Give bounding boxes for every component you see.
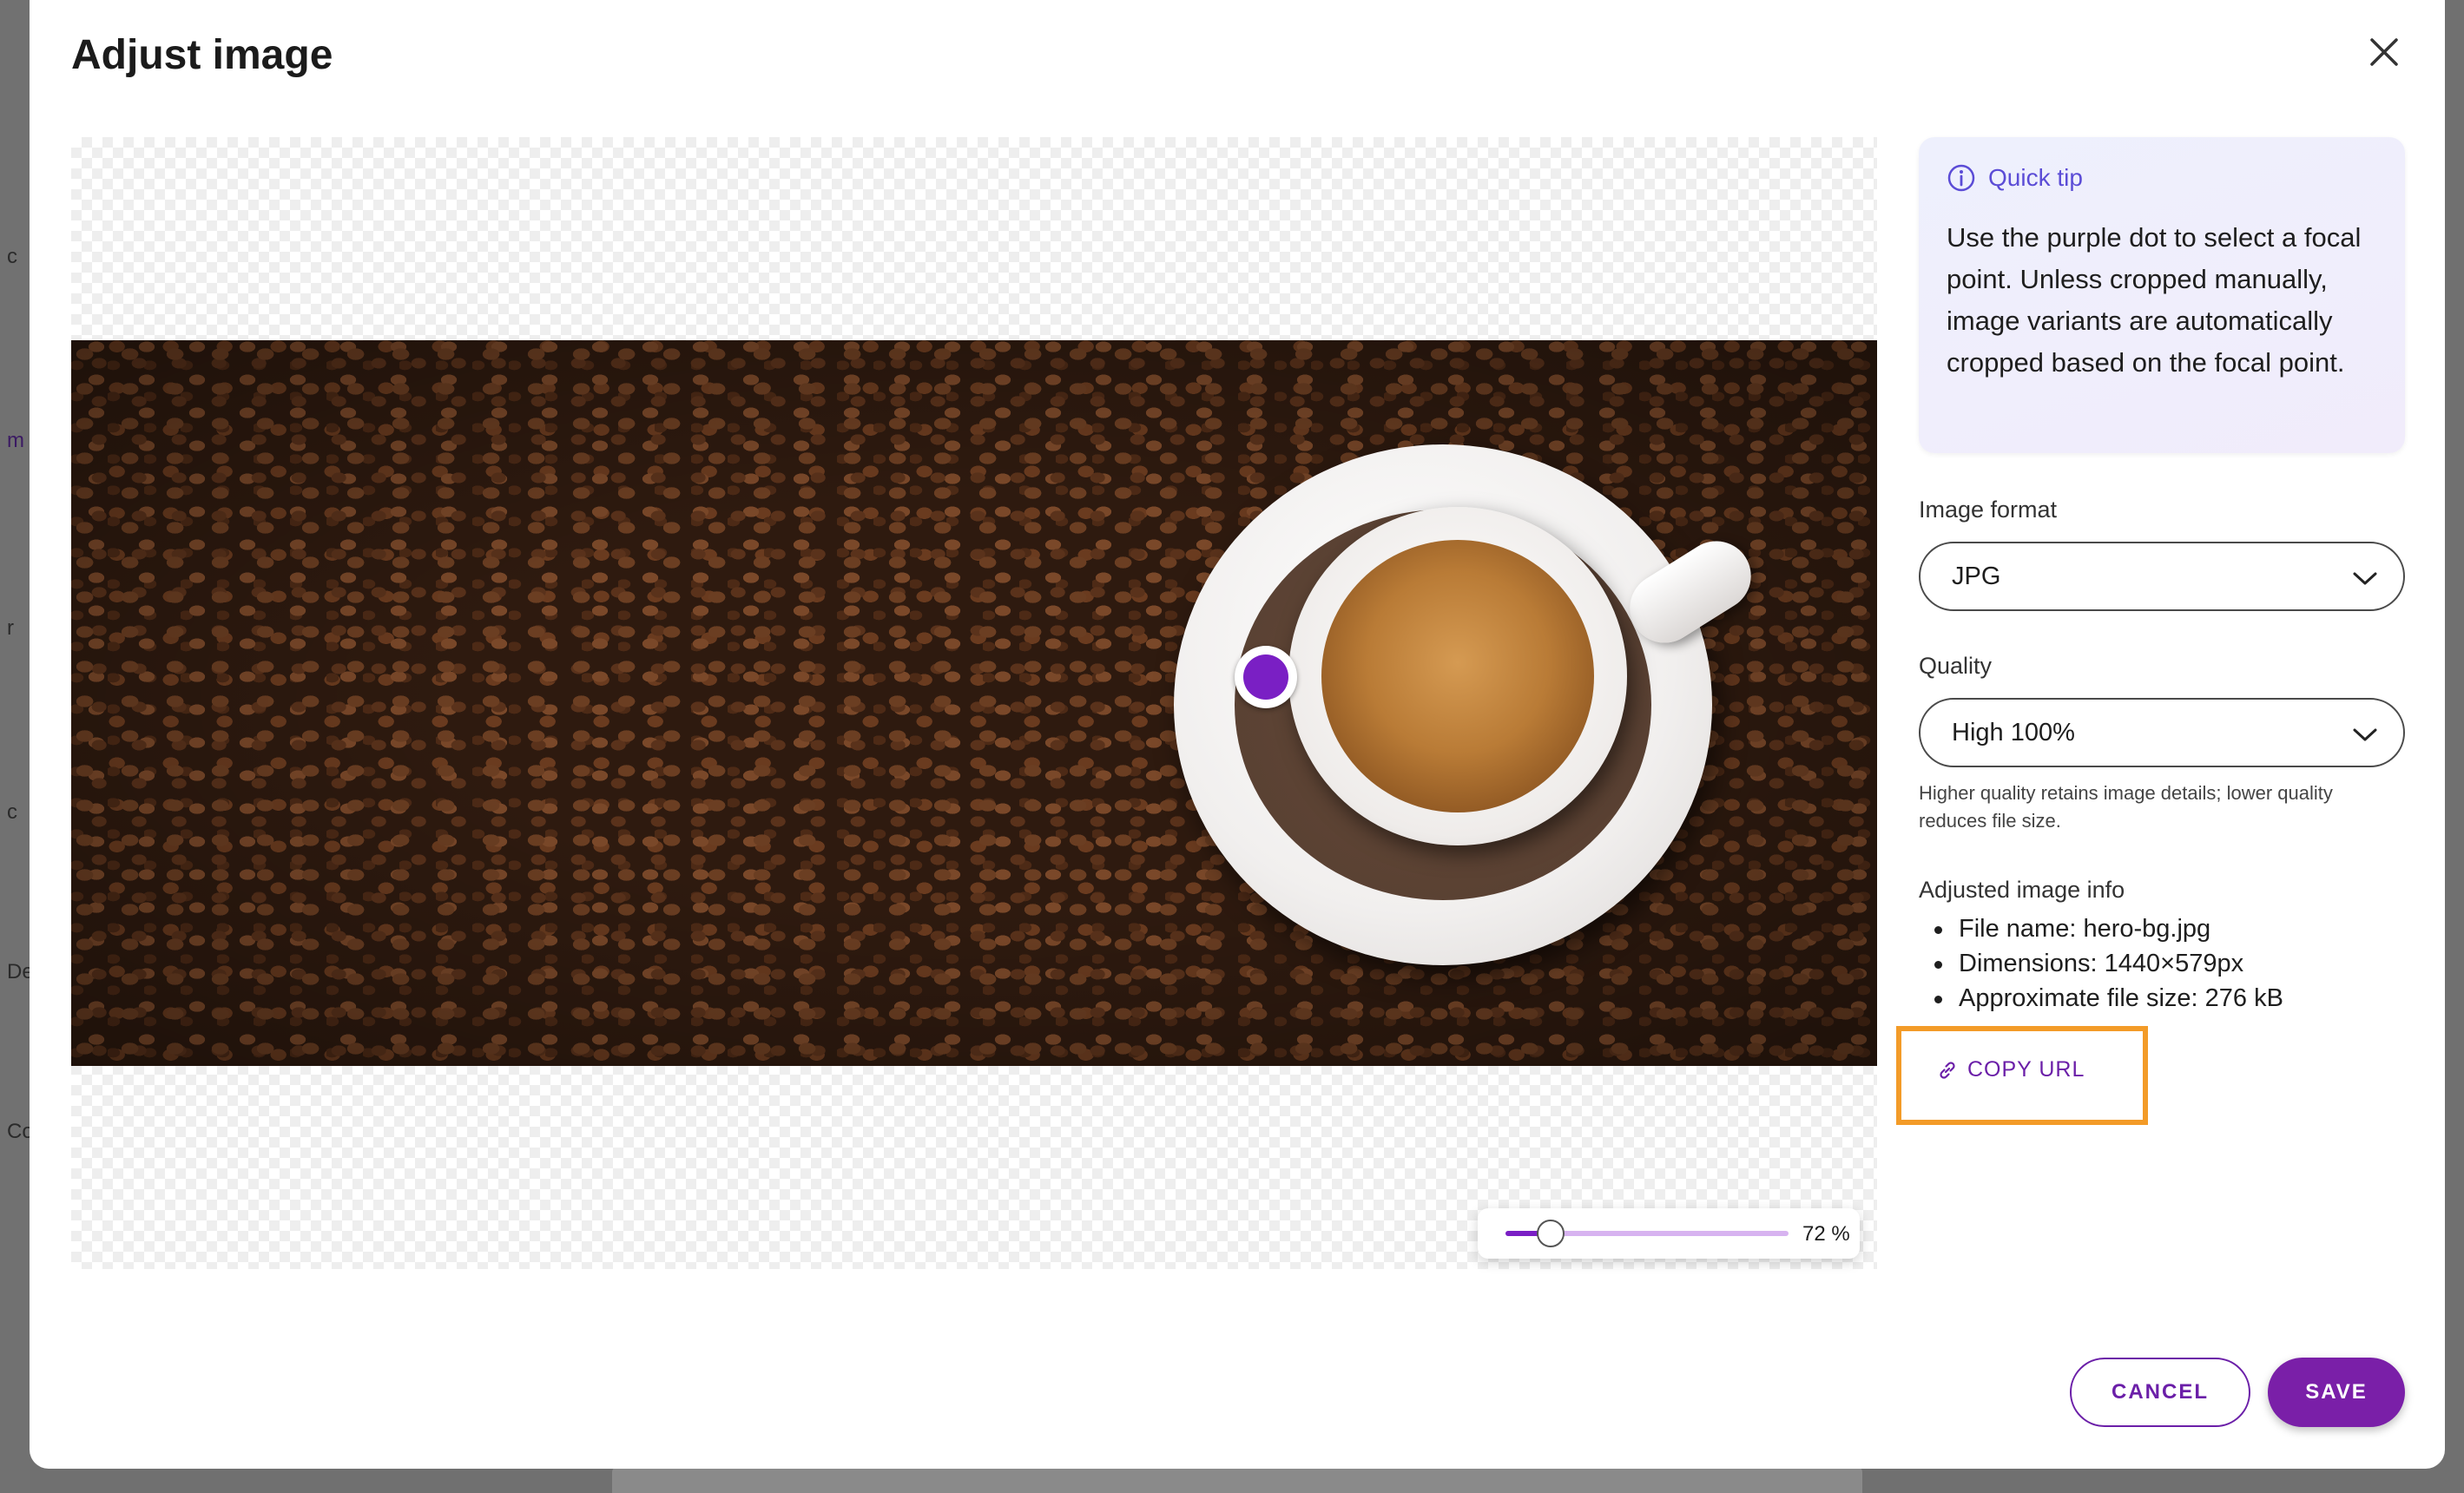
adjust-image-modal: Adjust image 72 % Quick tip Use the purp… [30,0,2445,1469]
zoom-value: 72 % [1802,1222,1850,1246]
image-format-label: Image format [1919,497,2058,523]
image-info-filesize: Approximate file size: 276 kB [1919,981,2283,1016]
background-sidebar: c m r c De Co [0,0,34,1493]
background-text: c [7,245,17,268]
image-info-list: File name: hero-bg.jpg Dimensions: 1440×… [1919,911,2283,1016]
close-button[interactable] [2363,31,2405,73]
coffee-crema [1321,540,1594,812]
background-text: m [7,429,24,452]
quick-tip-title: Quick tip [1988,164,2083,191]
chevron-down-icon [2353,572,2377,585]
background-text: c [7,800,17,824]
quick-tip-header: Quick tip [1947,163,2083,193]
quick-tip-card: Quick tip Use the purple dot to select a… [1919,137,2405,453]
image-info-filename: File name: hero-bg.jpg [1919,911,2283,946]
info-icon [1947,164,1975,192]
copy-url-button[interactable]: COPY URL [1936,1057,2085,1082]
image-canvas[interactable]: 72 % [71,137,1877,1269]
cancel-button[interactable]: CANCEL [2070,1358,2250,1427]
quick-tip-body: Use the purple dot to select a focal poi… [1947,222,2362,378]
quality-label: Quality [1919,653,1993,679]
zoom-control: 72 % [1478,1208,1860,1259]
image-info-title: Adjusted image info [1919,877,2125,903]
background-panel [612,1467,1862,1493]
save-button[interactable]: SAVE [2268,1358,2405,1427]
modal-title: Adjust image [71,32,333,78]
cancel-button-label: CANCEL [2112,1380,2209,1404]
quality-value: High 100% [1952,719,2075,746]
quality-help-text: Higher quality retains image details; lo… [1919,782,2333,832]
quality-select[interactable]: High 100% [1919,698,2405,767]
image-format-select[interactable]: JPG [1919,542,2405,611]
copy-url-label: COPY URL [1967,1057,2085,1082]
focal-point-handle[interactable] [1235,646,1297,708]
chevron-down-icon [2353,728,2377,741]
zoom-slider-thumb[interactable] [1537,1220,1565,1247]
image-info-dimensions: Dimensions: 1440×579px [1919,946,2283,981]
link-icon [1940,1061,1955,1079]
image-format-value: JPG [1952,562,2001,590]
background-text: r [7,616,14,640]
save-button-label: SAVE [2305,1380,2368,1404]
image-preview [71,340,1877,1066]
close-icon [2370,38,2398,66]
